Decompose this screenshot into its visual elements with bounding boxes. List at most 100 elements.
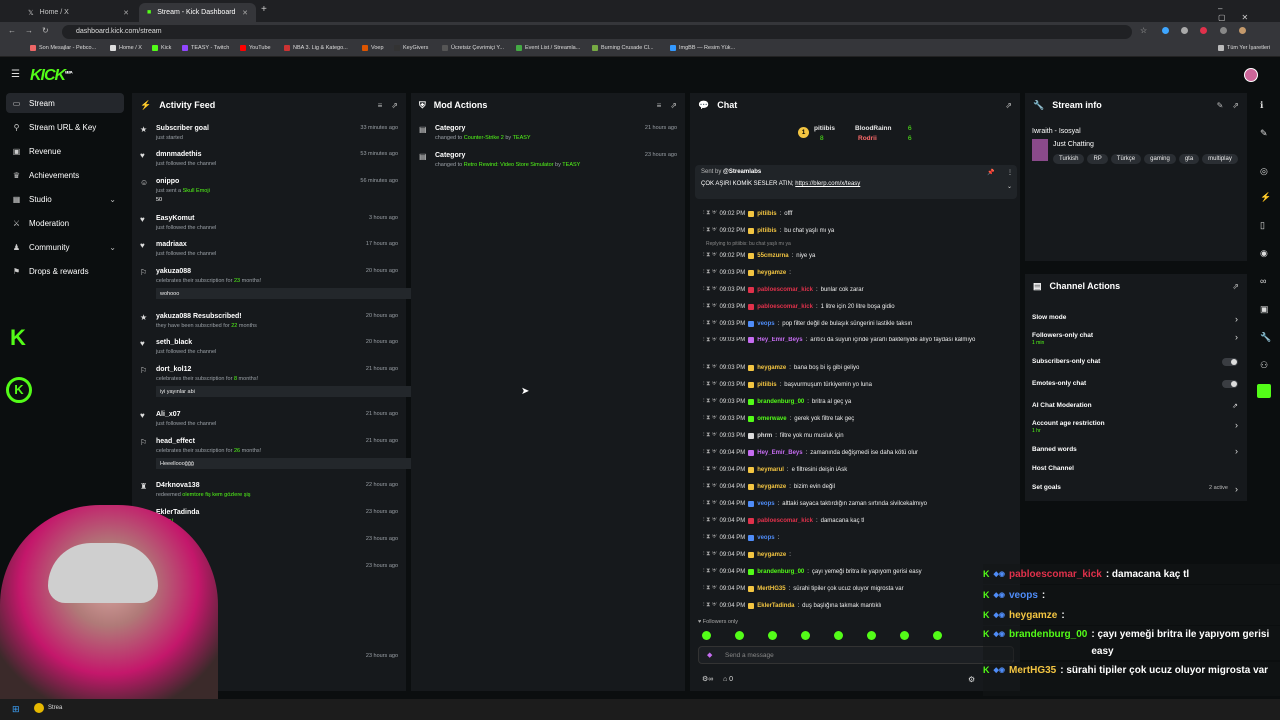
kick-logo[interactable]: KICKBETA (30, 67, 73, 85)
message-tools-icon[interactable]: ⫶ ⧗ ⛨ (703, 551, 717, 558)
chat-username[interactable]: heygamze (757, 552, 786, 558)
chat-username[interactable]: heygamze (757, 484, 786, 490)
bookmark-item[interactable]: YouTube (240, 45, 271, 51)
chat-message[interactable]: ⫶ ⧗ ⛨ 09:02 PM pitiibis: offf (703, 210, 1018, 217)
channel-action-subscribers-only-chat[interactable]: Subscribers-only chat (1032, 358, 1238, 366)
chat-username[interactable]: MertHG35 (757, 586, 785, 592)
filter-icon[interactable]: ≡ (657, 101, 662, 110)
message-tools-icon[interactable]: ⫶ ⧗ ⛨ (703, 252, 717, 259)
sidebar-item-stream[interactable]: ▭ Stream (6, 93, 124, 113)
bookmark-item[interactable]: ImgBB — Resim Yük... (670, 45, 735, 51)
chat-username[interactable]: heymarul (757, 467, 784, 473)
chat-message[interactable]: ⫶ ⧗ ⛨ 09:04 PM Hey_Emir_Beys: zamanında değ… (703, 449, 1018, 456)
chat-message[interactable]: ⫶ ⧗ ⛨ 09:02 PM pitiibis: bu chat yaşlı mı y… (703, 227, 1018, 234)
people-icon[interactable]: ⚇ (1260, 360, 1268, 371)
popout-icon[interactable]: ⇗ (670, 101, 677, 110)
chevron-right-icon[interactable]: › (1235, 420, 1238, 430)
bookmark-item[interactable]: TEASY - Twitch (182, 45, 229, 51)
chat-message[interactable]: ⫶ ⧗ ⛨ 09:04 PM pabloescomar_kick: damacana … (703, 517, 1018, 524)
message-tools-icon[interactable]: ⫶ ⧗ ⛨ (703, 320, 717, 327)
browser-tab-x[interactable]: 𝕏 Home / X ✕ (20, 3, 137, 22)
message-tools-icon[interactable]: ⫶ ⧗ ⛨ (703, 534, 717, 541)
message-tools-icon[interactable]: ⫶ ⧗ ⛨ (703, 227, 717, 234)
pinned-message[interactable]: Sent by @Streamlabs ÇOK AŞIRI KOMİK SESL… (695, 165, 1017, 199)
chat-username[interactable]: pabloescomar_kick (757, 518, 813, 524)
bookmark-item[interactable]: KeyGivers (394, 45, 428, 51)
chat-bubble-icon[interactable]: ◉ (1260, 248, 1268, 259)
sidebar-item-moderation[interactable]: ⚔ Moderation (6, 213, 124, 233)
sidebar-item-studio[interactable]: ▦ Studio ⌄ (6, 189, 124, 209)
bookmark-item[interactable]: Ücretsiz Çevrimiçi Y... (442, 45, 504, 51)
chat-input[interactable]: ◆ Send a message (698, 646, 1014, 664)
sidebar-item-revenue[interactable]: ▣ Revenue (6, 141, 124, 161)
message-tools-icon[interactable]: ⫶ ⧗ ⛨ (703, 337, 717, 344)
chat-username[interactable]: veops (757, 501, 774, 507)
taskbar-app-label[interactable]: Strea (48, 705, 62, 711)
chat-username[interactable]: pitiibis (757, 382, 776, 388)
channel-action-banned-words[interactable]: Banned words › (1032, 446, 1238, 456)
bookmark-item[interactable]: Son Mesajlar - Pebco... (30, 45, 96, 51)
browser-tab-kick[interactable]: ■ Stream - Kick Dashboard ✕ (139, 3, 256, 22)
chat-username[interactable]: pabloescomar_kick (757, 304, 813, 310)
channel-action-set-goals[interactable]: Set goals › 2 active (1032, 484, 1238, 494)
chat-message[interactable]: ⫶ ⧗ ⛨ 09:04 PM EklerTadinda: duş başlığına … (703, 602, 1018, 609)
chat-username[interactable]: veops (757, 535, 774, 541)
message-tools-icon[interactable]: ⫶ ⧗ ⛨ (703, 381, 717, 388)
channel-action-host-channel[interactable]: Host Channel (1032, 465, 1238, 472)
toggle-switch[interactable] (1222, 358, 1238, 366)
bookmark-item[interactable]: Home / X (110, 45, 142, 51)
chat-message[interactable]: ⫶ ⧗ ⛨ 09:04 PM veops: alttaki sayaca taktır… (703, 500, 1018, 507)
chat-username[interactable]: EklerTadinda (757, 603, 794, 609)
chat-message[interactable]: ⫶ ⧗ ⛨ 09:04 PM brandenburg_00: çayı yemeği … (703, 568, 1018, 575)
chevron-down-icon[interactable]: ⌄ (1007, 183, 1012, 190)
chat-message[interactable]: ⫶ ⧗ ⛨ 09:03 PM pabloescomar_kick:1 litre i… (703, 303, 1018, 310)
message-tools-icon[interactable]: ⫶ ⧗ ⛨ (703, 432, 717, 439)
external-link-icon[interactable]: ⇗ (1232, 402, 1238, 410)
chat-username[interactable]: brandenburg_00 (757, 569, 804, 575)
monitor-icon[interactable]: ▣ (1260, 304, 1269, 315)
menu-icon[interactable]: ☰ (11, 69, 20, 80)
toggle-switch[interactable] (1222, 380, 1238, 388)
chat-message[interactable]: ⫶ ⧗ ⛨ 09:03 PM heygamze: (703, 269, 1018, 276)
chevron-right-icon[interactable]: › (1235, 446, 1238, 456)
chevron-right-icon[interactable]: › (1235, 484, 1238, 494)
emote-bar[interactable] (702, 631, 982, 641)
chat-message[interactable]: ⫶ ⧗ ⛨ 09:04 PM MertHG35: sürahi tipiler çok… (703, 585, 1018, 592)
sidebar-item-stream-url[interactable]: ⚲ Stream URL & Key (6, 117, 124, 137)
popout-icon[interactable]: ⇗ (391, 101, 398, 110)
chat-username[interactable]: Hey_Emir_Beys (757, 450, 802, 456)
close-icon[interactable]: ✕ (123, 9, 129, 17)
chat-username[interactable]: pitiibis (757, 211, 776, 217)
bookmark-item[interactable]: NBA 3. Lig & Katego... (284, 45, 348, 51)
emoji-icon[interactable]: ◆ (707, 651, 712, 659)
message-tools-icon[interactable]: ⫶ ⧗ ⛨ (703, 602, 717, 609)
sidebar-item-community[interactable]: ♟ Community ⌄ (6, 237, 124, 257)
channel-action-ai-chat-moderation[interactable]: AI Chat Moderation ⇗ (1032, 402, 1238, 410)
all-bookmarks[interactable]: Tüm Yer İşaretleri (1218, 45, 1270, 51)
chat-message[interactable]: ⫶ ⧗ ⛨ 09:02 PM 55cmzurna: niye ya (703, 252, 1018, 259)
message-tools-icon[interactable]: ⫶ ⧗ ⛨ (703, 568, 717, 575)
chat-message[interactable]: ⫶ ⧗ ⛨ 09:03 PM pabloescomar_kick: bunlar co… (703, 286, 1018, 293)
info-icon[interactable]: ℹ (1260, 100, 1263, 111)
chat-username[interactable]: Hey_Emir_Beys (757, 337, 802, 343)
bookmark-item[interactable]: Kick (152, 45, 171, 51)
pin-icon[interactable]: 📌 (987, 169, 994, 176)
message-tools-icon[interactable]: ⫶ ⧗ ⛨ (703, 449, 717, 456)
settings-icon[interactable]: ⚙ (968, 675, 975, 684)
channel-action-account-age-restriction[interactable]: Account age restriction 1 hr › (1032, 420, 1238, 434)
chat-username[interactable]: 55cmzurna (757, 253, 788, 259)
chat-message[interactable]: ⫶ ⧗ ⛨ 09:04 PM heymarul: e filtresini deişi… (703, 466, 1018, 473)
message-tools-icon[interactable]: ⫶ ⧗ ⛨ (703, 466, 717, 473)
message-tools-icon[interactable]: ⫶ ⧗ ⛨ (703, 415, 717, 422)
chrome-icon[interactable] (34, 703, 44, 713)
channel-action-slow-mode[interactable]: Slow mode › (1032, 314, 1238, 324)
bolt-icon[interactable]: ⚡ (1260, 192, 1271, 203)
message-tools-icon[interactable]: ⫶ ⧗ ⛨ (703, 210, 717, 217)
chevron-right-icon[interactable]: › (1235, 332, 1238, 342)
chat-username[interactable]: omerwave (757, 416, 786, 422)
chat-message[interactable]: ⫶ ⧗ ⛨ 09:03 PM brandenburg_00: britra al ge… (703, 398, 1018, 405)
message-tools-icon[interactable]: ⫶ ⧗ ⛨ (703, 364, 717, 371)
more-icon[interactable]: ⋮ (1007, 169, 1013, 176)
close-icon[interactable]: ✕ (242, 9, 248, 17)
link-icon[interactable]: ∞ (1260, 276, 1266, 286)
